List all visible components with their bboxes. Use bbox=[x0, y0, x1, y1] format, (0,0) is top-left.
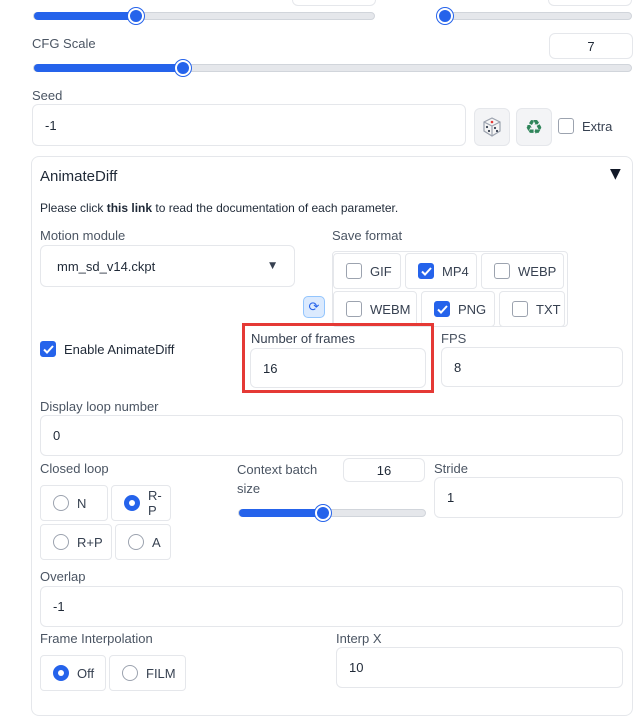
enable-animatediff-label: Enable AnimateDiff bbox=[64, 341, 175, 357]
enable-animatediff[interactable]: Enable AnimateDiff bbox=[40, 341, 174, 357]
top-input-right-fragment[interactable] bbox=[548, 0, 632, 6]
fps-input[interactable]: 8 bbox=[441, 347, 623, 387]
webp-checkbox[interactable] bbox=[494, 263, 510, 279]
documentation-note: Please click this link to read the docum… bbox=[40, 201, 398, 215]
png-label: PNG bbox=[458, 301, 487, 317]
closed-loop-a-label: A bbox=[152, 534, 161, 550]
top-left-slider-thumb[interactable] bbox=[128, 8, 144, 24]
webp-label: WEBP bbox=[518, 263, 557, 279]
interp-x-label: Interp X bbox=[336, 631, 382, 646]
save-format-mp4[interactable]: MP4 bbox=[405, 253, 477, 289]
frame-interp-off-label: Off bbox=[77, 665, 95, 681]
reuse-seed-button[interactable]: ♻ bbox=[516, 108, 552, 146]
frame-interp-film[interactable]: FILM bbox=[109, 655, 186, 691]
save-format-png[interactable]: PNG bbox=[421, 291, 495, 327]
top-left-slider[interactable] bbox=[33, 8, 375, 24]
interp-x-input[interactable]: 10 bbox=[336, 647, 623, 688]
recycle-icon: ♻ bbox=[525, 115, 543, 139]
cfg-scale-slider[interactable] bbox=[33, 60, 632, 76]
cfg-scale-input[interactable]: 7 bbox=[549, 33, 633, 59]
gif-checkbox[interactable] bbox=[346, 263, 362, 279]
stride-label: Stride bbox=[434, 461, 468, 476]
closed-loop-a[interactable]: A bbox=[115, 524, 171, 560]
webm-checkbox[interactable] bbox=[346, 301, 362, 317]
mp4-label: MP4 bbox=[442, 263, 469, 279]
chevron-down-icon: ▼ bbox=[269, 261, 276, 271]
txt-checkbox[interactable] bbox=[512, 301, 528, 317]
fps-label: FPS bbox=[441, 331, 467, 346]
seed-input[interactable]: -1 bbox=[32, 104, 466, 146]
context-batch-slider-fill bbox=[239, 509, 323, 517]
closed-loop-n[interactable]: N bbox=[40, 485, 108, 521]
animatediff-title[interactable]: AnimateDiff bbox=[40, 168, 117, 185]
motion-module-value: mm_sd_v14.ckpt bbox=[57, 258, 156, 274]
top-left-slider-fill bbox=[34, 12, 136, 20]
save-format-label: Save format bbox=[332, 228, 403, 243]
closed-loop-rp[interactable]: R-P bbox=[111, 485, 171, 521]
context-batch-slider-thumb[interactable] bbox=[314, 505, 331, 521]
overlap-input[interactable]: -1 bbox=[40, 586, 623, 627]
txt-label: TXT bbox=[536, 301, 561, 317]
save-format-webp[interactable]: WEBP bbox=[481, 253, 564, 289]
webm-label: WEBM bbox=[370, 301, 411, 317]
top-right-slider-thumb[interactable] bbox=[437, 8, 453, 24]
frame-interp-label: Frame Interpolation bbox=[40, 631, 153, 646]
doc-prefix: Please click bbox=[40, 201, 107, 215]
dice-icon bbox=[483, 117, 501, 137]
frames-highlight-box bbox=[242, 323, 434, 393]
top-right-slider[interactable] bbox=[437, 8, 632, 24]
closed-loop-n-label: N bbox=[77, 495, 87, 511]
refresh-button[interactable]: ⟳ bbox=[303, 296, 325, 318]
frame-interp-film-label: FILM bbox=[146, 665, 176, 681]
seed-label: Seed bbox=[32, 88, 63, 103]
cfg-scale-slider-fill bbox=[34, 64, 184, 72]
png-checkbox[interactable] bbox=[434, 301, 450, 317]
motion-module-dropdown[interactable]: mm_sd_v14.ckpt ▼ bbox=[40, 245, 295, 287]
mp4-checkbox[interactable] bbox=[418, 263, 434, 279]
extra-label: Extra bbox=[582, 118, 613, 134]
top-input-left-fragment[interactable] bbox=[292, 0, 376, 6]
motion-module-label: Motion module bbox=[40, 228, 126, 243]
closed-loop-rplus[interactable]: R+P bbox=[40, 524, 112, 560]
documentation-link[interactable]: this link bbox=[107, 201, 152, 215]
context-batch-slider[interactable] bbox=[238, 505, 426, 521]
frame-interp-off[interactable]: Off bbox=[40, 655, 106, 691]
stride-input[interactable]: 1 bbox=[434, 477, 623, 518]
refresh-icon: ⟳ bbox=[308, 299, 320, 315]
closed-loop-rp-label: R-P bbox=[148, 488, 162, 518]
closed-loop-rplus-radio[interactable] bbox=[53, 534, 69, 550]
closed-loop-a-radio[interactable] bbox=[128, 534, 144, 550]
save-format-webm[interactable]: WEBM bbox=[333, 291, 417, 327]
closed-loop-rp-radio[interactable] bbox=[124, 495, 140, 511]
gif-label: GIF bbox=[370, 263, 392, 279]
display-loop-label: Display loop number bbox=[40, 399, 159, 414]
doc-suffix: to read the documentation of each parame… bbox=[152, 201, 399, 215]
frame-interp-off-radio[interactable] bbox=[53, 665, 69, 681]
frame-interp-film-radio[interactable] bbox=[122, 665, 138, 681]
display-loop-input[interactable]: 0 bbox=[40, 415, 623, 456]
closed-loop-n-radio[interactable] bbox=[53, 495, 69, 511]
enable-animatediff-checkbox[interactable] bbox=[40, 341, 56, 357]
overlap-label: Overlap bbox=[40, 569, 86, 584]
closed-loop-label: Closed loop bbox=[40, 461, 109, 476]
extra-checkbox-wrap[interactable]: Extra bbox=[558, 118, 612, 134]
context-batch-label: Context batch size bbox=[237, 462, 318, 496]
triangle-down-icon[interactable]: ▼ bbox=[610, 166, 621, 182]
save-format-txt[interactable]: TXT bbox=[499, 291, 565, 327]
context-batch-input[interactable]: 16 bbox=[343, 458, 425, 482]
closed-loop-rplus-label: R+P bbox=[77, 534, 103, 550]
save-format-gif[interactable]: GIF bbox=[333, 253, 401, 289]
cfg-scale-label: CFG Scale bbox=[32, 36, 96, 51]
cfg-scale-slider-thumb[interactable] bbox=[175, 60, 192, 76]
extra-checkbox[interactable] bbox=[558, 118, 574, 134]
random-seed-button[interactable] bbox=[474, 108, 510, 146]
